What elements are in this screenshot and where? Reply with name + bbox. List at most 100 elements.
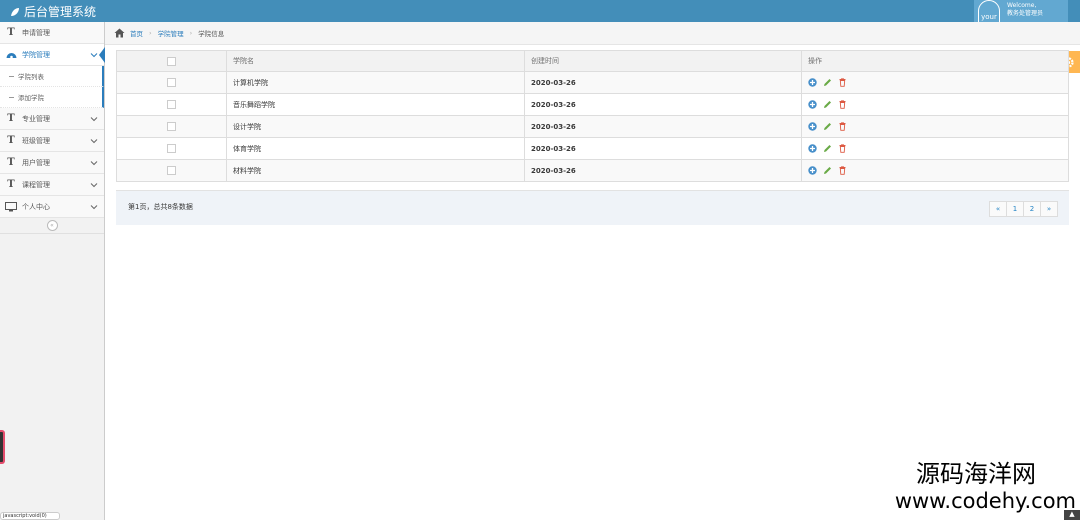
app-title: 后台管理系统	[24, 5, 97, 19]
text-icon: T	[7, 135, 15, 146]
created-date: 2020-03-26	[524, 159, 802, 182]
sidebar-item-major[interactable]: T 专业管理	[0, 108, 104, 130]
breadcrumb-separator: ›	[189, 29, 193, 37]
row-checkbox[interactable]	[167, 100, 176, 109]
created-date: 2020-03-26	[524, 71, 802, 94]
collapse-icon[interactable]: «	[46, 220, 58, 231]
breadcrumb-separator: ›	[149, 29, 152, 37]
row-select-cell	[116, 159, 227, 182]
row-actions	[801, 115, 1069, 138]
college-name: 设计学院	[226, 115, 525, 138]
college-name: 计算机学院	[226, 71, 525, 94]
column-actions: 操作	[801, 50, 1069, 72]
sidebar-subitem-add-college[interactable]: 添加学院	[0, 87, 104, 108]
created-date: 2020-03-26	[524, 137, 802, 160]
pagination: « 1 2 »	[989, 201, 1058, 217]
sidebar: T 申请管理 学院管理 学院列表 添加学院 T 专业管理 T 班级管理 T 用户…	[0, 22, 105, 520]
select-all-checkbox[interactable]	[167, 56, 176, 66]
chevron-down-icon	[90, 117, 98, 122]
edit-icon[interactable]	[823, 122, 832, 131]
sidebar-subitem-label: 学院列表	[18, 73, 44, 81]
row-select-cell	[116, 71, 227, 94]
column-name[interactable]: 学院名	[226, 50, 525, 72]
pagination-page[interactable]: 1	[1006, 201, 1024, 217]
desktop-icon	[5, 201, 17, 213]
created-date: 2020-03-26	[524, 115, 802, 138]
chevron-down-icon	[90, 53, 98, 58]
delete-icon[interactable]	[838, 122, 847, 131]
sidebar-subitem-college-list[interactable]: 学院列表	[0, 66, 104, 87]
sidebar-item-college[interactable]: 学院管理	[0, 44, 105, 66]
edit-icon[interactable]	[823, 100, 832, 109]
row-actions	[801, 137, 1069, 160]
status-url: javascript:void(0)	[0, 512, 60, 520]
brand[interactable]: 后台管理系统	[10, 3, 96, 20]
delete-icon[interactable]	[838, 100, 847, 109]
pagination-prev[interactable]: «	[989, 201, 1007, 217]
college-name: 体育学院	[226, 137, 525, 160]
welcome-text: Welcome, 教务处管理员	[1007, 2, 1043, 18]
sidebar-item-label: 用户管理	[22, 158, 50, 167]
sidebar-item-class[interactable]: T 班级管理	[0, 130, 104, 152]
edit-icon[interactable]	[823, 166, 832, 175]
watermark: 源码海洋网 www.codehy.com	[874, 460, 1080, 514]
home-icon	[114, 28, 125, 38]
row-actions	[801, 159, 1069, 182]
sidebar-item-label: 专业管理	[22, 114, 50, 123]
table-footer: 第1页，总共8条数据 « 1 2 »	[116, 190, 1069, 225]
add-icon[interactable]	[808, 78, 817, 87]
table-row: 体育学院 2020-03-26	[116, 137, 1069, 160]
pagination-page[interactable]: 2	[1023, 201, 1041, 217]
add-icon[interactable]	[808, 144, 817, 153]
sidebar-item-profile[interactable]: 个人中心	[0, 196, 104, 218]
column-date[interactable]: 创建时间	[524, 50, 802, 72]
row-checkbox[interactable]	[167, 122, 176, 131]
sidebar-collapse[interactable]: «	[0, 218, 104, 234]
user-menu[interactable]: your Welcome, 教务处管理员	[974, 0, 1068, 56]
pagination-info: 第1页，总共8条数据	[128, 203, 193, 211]
text-icon: T	[7, 179, 15, 190]
delete-icon[interactable]	[838, 78, 847, 87]
table-row: 材料学院 2020-03-26	[116, 159, 1069, 182]
chevron-down-icon	[90, 183, 98, 188]
table-header-row: 学院名 创建时间 操作	[116, 50, 1069, 72]
scroll-up-button[interactable]: ▲	[1064, 510, 1080, 520]
sidebar-item-label: 申请管理	[22, 28, 50, 37]
edit-icon[interactable]	[823, 78, 832, 87]
sidebar-item-apply[interactable]: T 申请管理	[0, 22, 104, 44]
row-checkbox[interactable]	[167, 78, 176, 87]
row-checkbox[interactable]	[167, 166, 176, 175]
row-actions	[801, 93, 1069, 116]
column-select	[116, 50, 227, 72]
created-date: 2020-03-26	[524, 93, 802, 116]
text-icon: T	[7, 27, 15, 38]
chevron-down-icon	[90, 205, 98, 210]
college-name: 音乐舞蹈学院	[226, 93, 525, 116]
college-table: 学院名 创建时间 操作 计算机学院 2020-03-26 音乐舞蹈学院 2020…	[116, 50, 1069, 182]
pagination-next[interactable]: »	[1040, 201, 1058, 217]
watermark-line1: 源码海洋网	[916, 460, 1036, 488]
chevron-down-icon	[90, 139, 98, 144]
arrow-up-icon: ▲	[1069, 510, 1075, 518]
breadcrumb-home[interactable]: 首页	[130, 28, 143, 38]
sidebar-item-label: 个人中心	[22, 202, 50, 211]
row-select-cell	[116, 115, 227, 138]
delete-icon[interactable]	[838, 144, 847, 153]
user-name: 教务处管理员	[1007, 10, 1044, 17]
sidebar-item-user[interactable]: T 用户管理	[0, 152, 104, 174]
sidebar-item-label: 学院管理	[22, 50, 50, 59]
add-icon[interactable]	[808, 122, 817, 131]
row-actions	[801, 71, 1069, 94]
add-icon[interactable]	[808, 166, 817, 175]
breadcrumb-section[interactable]: 学院管理	[158, 28, 184, 38]
text-icon: T	[7, 113, 15, 124]
sidebar-item-course[interactable]: T 课程管理	[0, 174, 104, 196]
welcome-label: Welcome,	[1007, 2, 1037, 9]
delete-icon[interactable]	[838, 166, 847, 175]
top-navbar: 后台管理系统 your Welcome, 教务处管理员	[0, 0, 1080, 56]
add-icon[interactable]	[808, 100, 817, 109]
row-checkbox[interactable]	[167, 144, 176, 153]
sidebar-subitem-label: 添加学院	[18, 94, 44, 102]
edit-icon[interactable]	[823, 144, 832, 153]
side-handle[interactable]	[0, 430, 5, 464]
